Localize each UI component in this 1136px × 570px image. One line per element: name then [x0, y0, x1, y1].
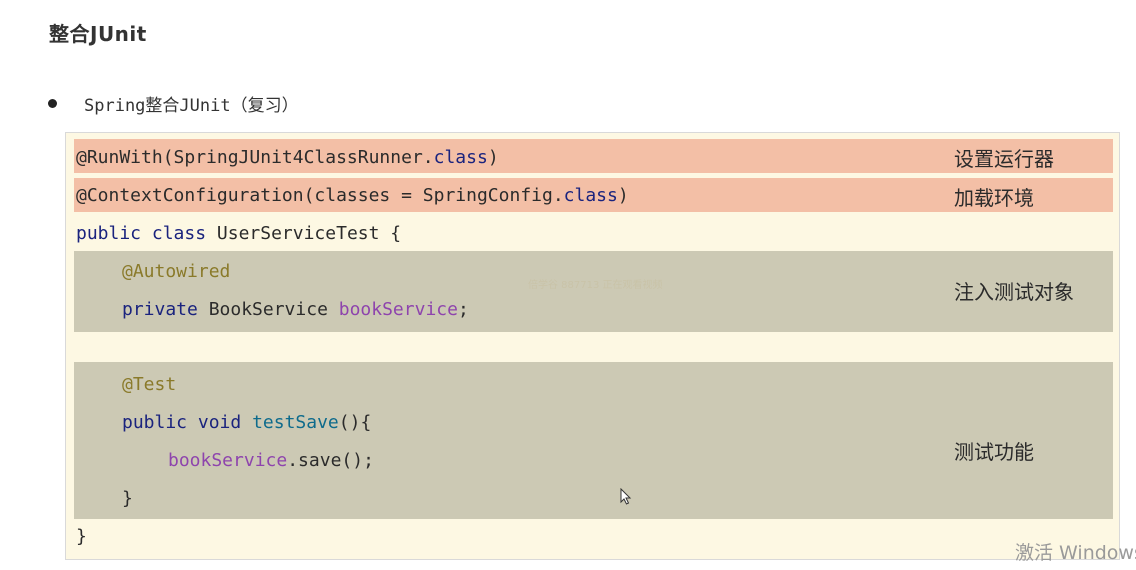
bullet-text: Spring整合JUnit（复习） — [84, 95, 299, 116]
bullet-item: Spring整合JUnit（复习） — [48, 90, 299, 116]
code-panel: @RunWith(SpringJUnit4ClassRunner.class) … — [65, 132, 1120, 560]
code-line-test-annotation: @Test — [122, 374, 177, 395]
viewer-watermark: 倍学谷 887713 正在观看视频 — [528, 280, 663, 291]
bullet-dot-icon — [48, 98, 57, 108]
code-line-method-close: } — [122, 488, 133, 509]
code-line-method-decl: public void testSave(){ — [122, 412, 372, 433]
code-line-autowired: @Autowired — [122, 261, 231, 282]
code-line-class-close: } — [76, 526, 87, 547]
note-env: 加载环境 — [954, 186, 1034, 210]
code-line-runwith: @RunWith(SpringJUnit4ClassRunner.class) — [76, 147, 499, 168]
section-heading: 整合JUnit — [49, 22, 147, 46]
note-test: 测试功能 — [954, 440, 1034, 464]
note-runner: 设置运行器 — [954, 147, 1054, 171]
code-line-save-call: bookService.save(); — [168, 450, 374, 471]
activation-watermark: 激活 Windows — [1015, 542, 1136, 564]
note-inject: 注入测试对象 — [954, 280, 1074, 304]
mouse-cursor-icon — [620, 488, 632, 505]
code-line-field: private BookService bookService; — [122, 299, 469, 320]
code-line-context: @ContextConfiguration(classes = SpringCo… — [76, 185, 629, 206]
code-line-class-decl: public class UserServiceTest { — [76, 223, 402, 244]
